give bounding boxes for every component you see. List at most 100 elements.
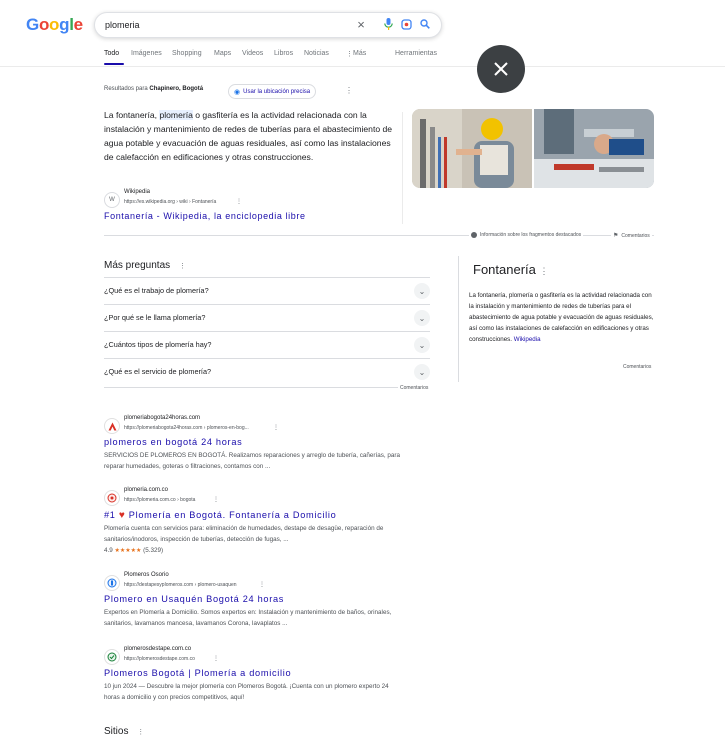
snippet-highlight: plomería <box>159 110 193 120</box>
kp-feedback[interactable]: Comentarios <box>623 364 651 370</box>
kp-description-text: La fontanería, plomería o gasfitería es … <box>469 292 654 343</box>
chevron-down-icon[interactable]: ⌄ <box>414 364 430 380</box>
rating-stars-icon: ★★★★★ <box>114 548 142 554</box>
tab-mas[interactable]: Más <box>353 50 366 57</box>
result-url: https://plomeriabogota24horas.com › plom… <box>124 425 249 431</box>
paa-heading: Más preguntas ⋮ <box>104 260 186 271</box>
kp-more-icon[interactable]: ⋮ <box>540 266 549 276</box>
paa-question-text: ¿Cuántos tipos de plomería hay? <box>104 340 212 349</box>
tab-noticias[interactable]: Noticias <box>304 50 329 57</box>
close-button[interactable] <box>477 45 525 93</box>
snippet-source-name: Wikipedia <box>124 189 151 195</box>
chevron-down-icon[interactable]: ⌄ <box>414 310 430 326</box>
result-more-icon[interactable]: ⋮ <box>213 496 219 503</box>
result-rating-row: 4.9 ★★★★★ (5.329) <box>104 545 404 557</box>
result-favicon <box>104 649 120 665</box>
result-description: Expertos en Plomería a Domicilio. Somos … <box>104 609 392 627</box>
google-logo[interactable]: Google <box>26 15 83 35</box>
result-title-link[interactable]: #1 ♥ Plomería en Bogotá. Fontanería a Do… <box>104 510 336 521</box>
location-text: Resultados para Chapinero, Bogotá <box>104 86 203 92</box>
result-site-name: plomerosdestape.com.co <box>124 646 192 652</box>
result-description: 10 jun 2024 — Descubre la mejor plomería… <box>104 683 389 701</box>
tab-maps[interactable]: Maps <box>214 50 231 57</box>
help-icon <box>471 232 477 238</box>
paa-heading-label: Más preguntas <box>104 260 171 271</box>
result-title-text: Plomería en Bogotá. Fontanería a Domicil… <box>128 510 337 520</box>
result-description: SERVICIOS DE PLOMEROS EN BOGOTÁ. Realiza… <box>104 452 400 470</box>
paa-question-text: ¿Qué es el trabajo de plomería? <box>104 286 209 295</box>
location-prefix: Resultados para <box>104 86 148 92</box>
sites-heading-label: Sitios <box>104 726 129 737</box>
tab-libros[interactable]: Libros <box>274 50 293 57</box>
tab-imagenes[interactable]: Imágenes <box>131 50 162 57</box>
search-box[interactable]: × <box>94 12 442 38</box>
clear-icon[interactable]: × <box>354 17 368 32</box>
paa-question[interactable]: ¿Por qué se le llama plomería? ⌄ <box>104 304 430 331</box>
result-more-icon[interactable]: ⋮ <box>273 424 279 431</box>
microphone-icon[interactable] <box>381 17 395 31</box>
precise-location-label: Usar la ubicación precisa <box>243 88 311 95</box>
result-description: Plomería cuenta con servicios para: elim… <box>104 525 384 543</box>
paa-question[interactable]: ¿Qué es el servicio de plomería? ⌄ <box>104 358 430 388</box>
paa-feedback[interactable]: Comentarios <box>398 385 431 391</box>
logo-letter: G <box>26 15 39 34</box>
paa-question-text: ¿Qué es el servicio de plomería? <box>104 367 212 376</box>
plumber-image-1[interactable] <box>412 109 532 188</box>
active-tab-indicator <box>104 63 124 65</box>
more-dots-icon[interactable]: ⋮ <box>346 50 353 58</box>
location-place: Chapinero, Bogotá <box>149 86 204 92</box>
result-title-prefix: #1 <box>104 510 116 520</box>
logo-letter: e <box>73 15 83 34</box>
result-url: https://plomerosdestape.com.co <box>124 656 195 662</box>
close-icon <box>494 62 508 76</box>
kp-source-link[interactable]: Wikipedia <box>514 336 541 343</box>
rating-value: 4.9 <box>104 547 113 554</box>
paa-question[interactable]: ¿Cuántos tipos de plomería hay? ⌄ <box>104 331 430 358</box>
logo-letter: o <box>38 15 50 34</box>
search-icon[interactable] <box>418 17 432 31</box>
rating-count: (5.329) <box>143 547 164 554</box>
snippet-text-start: La fontanería, <box>104 110 160 120</box>
tab-todo[interactable]: Todo <box>104 50 119 57</box>
logo-letter: g <box>59 15 70 34</box>
result-more-icon[interactable]: ⋮ <box>213 655 219 662</box>
snippet-title-link[interactable]: Fontanería - Wikipedia, la enciclopedia … <box>104 211 306 221</box>
snippet-feedback[interactable]: ⚑ Comentarios <box>611 232 652 239</box>
snippet-feedback-label: Comentarios <box>621 232 650 239</box>
result-url: https://plomeria.com.co › bogota <box>124 497 196 503</box>
snippet-source-url: https://es.wikipedia.org › wiki › Fontan… <box>124 199 217 205</box>
logo-letter: o <box>49 15 60 34</box>
result-site-name: Plomeros Osorio <box>124 572 169 578</box>
result-favicon <box>104 575 120 591</box>
precise-location-button[interactable]: ◉ Usar la ubicación precisa <box>228 84 317 99</box>
tab-herramientas[interactable]: Herramientas <box>395 50 437 57</box>
about-featured-snippets[interactable]: Información sobre los fragmentos destaca… <box>469 232 584 238</box>
result-site-name: plomeria.com.co <box>124 487 169 493</box>
header-divider <box>0 66 725 67</box>
snippet-vertical-divider <box>402 112 403 224</box>
location-more-icon[interactable]: ⋮ <box>345 86 353 95</box>
result-title-link[interactable]: plomeros en bogotá 24 horas <box>104 437 242 447</box>
lens-icon[interactable] <box>399 17 413 31</box>
paa-more-icon[interactable]: ⋮ <box>179 263 186 270</box>
tab-shopping[interactable]: Shopping <box>172 50 202 57</box>
sites-heading: Sitios ⋮ <box>104 726 144 737</box>
kp-title: Fontanería ⋮ <box>473 262 549 277</box>
knowledge-panel: Fontanería ⋮ La fontanería, plomería o g… <box>458 256 656 382</box>
result-title-link[interactable]: Plomeros Bogotá | Plomería a domicilio <box>104 668 291 678</box>
paa-question[interactable]: ¿Qué es el trabajo de plomería? ⌄ <box>104 277 430 304</box>
chevron-down-icon[interactable]: ⌄ <box>414 337 430 353</box>
feedback-flag-icon: ⚑ <box>613 233 619 239</box>
snippet-source-more-icon[interactable]: ⋮ <box>236 198 242 205</box>
heart-icon: ♥ <box>118 510 126 521</box>
chevron-down-icon[interactable]: ⌄ <box>414 283 430 299</box>
paa-question-text: ¿Por qué se le llama plomería? <box>104 313 206 322</box>
search-input[interactable] <box>105 17 345 32</box>
about-featured-label: Información sobre los fragmentos destaca… <box>480 232 582 238</box>
plumber-image-2[interactable] <box>534 109 654 188</box>
sites-more-icon[interactable]: ⋮ <box>137 729 144 736</box>
tab-videos[interactable]: Videos <box>242 50 263 57</box>
result-title-link[interactable]: Plomero en Usaquén Bogotá 24 horas <box>104 594 284 604</box>
wikipedia-favicon: W <box>104 192 120 208</box>
result-more-icon[interactable]: ⋮ <box>259 581 265 588</box>
